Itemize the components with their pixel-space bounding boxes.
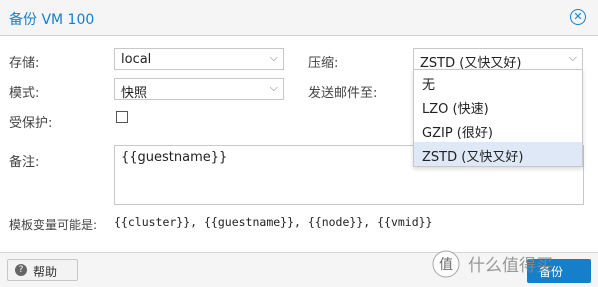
dialog-footer [0,252,598,287]
chevron-down-icon[interactable]: ⌵ [569,51,577,65]
compress-option-label: GZIP (很好) [422,126,493,141]
email-label: 发送邮件至: [308,86,378,101]
protect-label: 受保护: [9,116,53,131]
compress-option[interactable]: 无 [414,70,582,94]
notes-value: {{guestname}} [121,150,228,165]
backup-label: 备份 [539,265,564,279]
mode-label: 模式: [9,86,40,101]
mode-select[interactable]: 快照 ⌵ [114,78,284,101]
dialog-titlebar: 备份 VM 100 ✕ [0,0,598,36]
help-button[interactable]: ? 帮助 [7,259,78,281]
compress-label: 压缩: [308,56,339,71]
compress-option[interactable]: LZO (快速) [414,94,582,118]
template-vars-label: 模板变量可能是: [9,218,98,232]
protect-checkbox[interactable] [116,111,128,123]
compress-option-selected[interactable]: ZSTD (又快又好) [414,142,582,166]
template-vars: {{cluster}}, {{guestname}}, {{node}}, {{… [114,215,433,229]
compress-select[interactable]: ZSTD (又快又好) ⌵ [413,48,583,71]
dialog-title: 备份 VM 100 [9,12,95,28]
storage-select[interactable]: local ⌵ [114,48,284,70]
compress-option[interactable]: GZIP (很好) [414,118,582,142]
storage-label: 存储: [9,56,40,71]
chevron-down-icon[interactable]: ⌵ [270,81,278,95]
compress-dropdown: 无 LZO (快速) GZIP (很好) ZSTD (又快又好) [413,69,583,167]
chevron-down-icon[interactable]: ⌵ [270,51,278,65]
compress-option-label: LZO (快速) [422,102,489,117]
mode-value: 快照 [121,86,148,101]
question-icon: ? [15,264,27,276]
backup-button[interactable]: 备份 [527,259,591,283]
compress-option-label: 无 [422,78,436,93]
close-icon[interactable]: ✕ [570,9,586,25]
notes-label: 备注: [9,155,40,170]
compress-option-label: ZSTD (又快又好) [422,150,524,165]
help-label: 帮助 [33,265,58,279]
storage-value: local [121,52,152,67]
